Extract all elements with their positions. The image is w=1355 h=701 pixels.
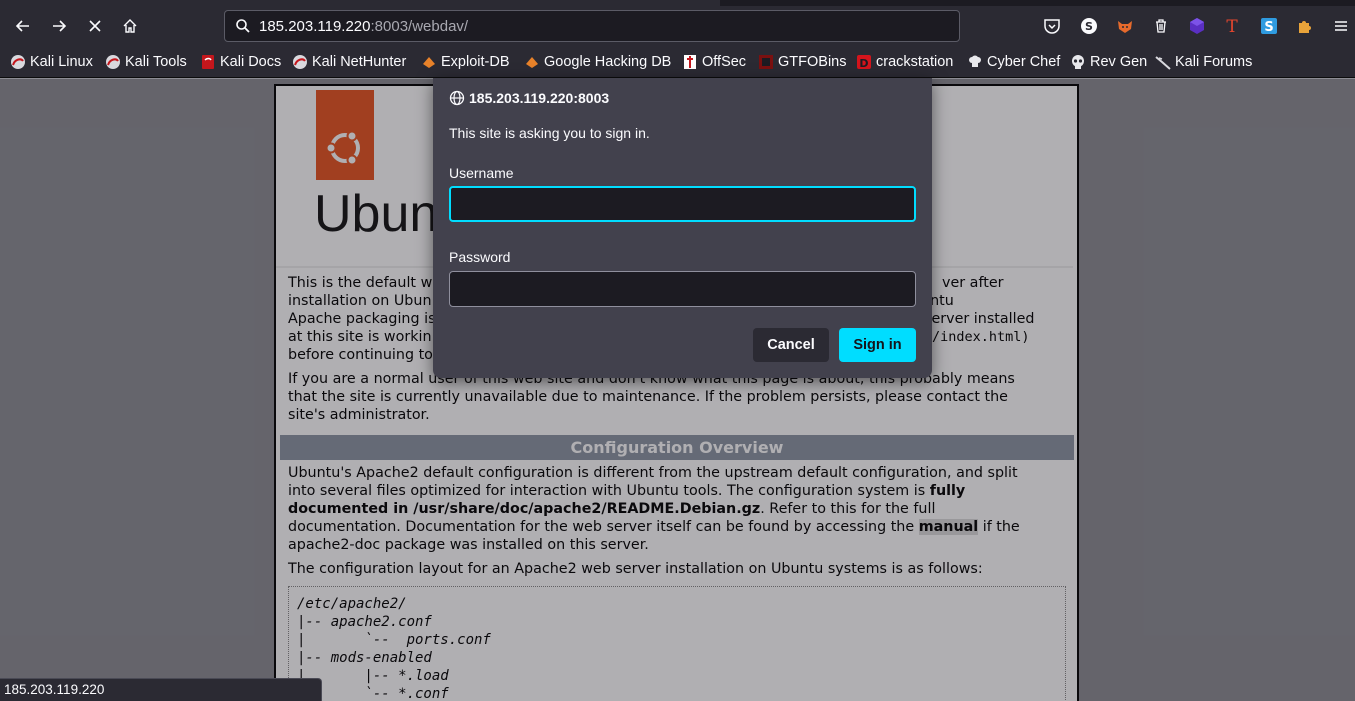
crackstation-icon: D <box>856 54 872 70</box>
extension-s-icon[interactable]: S <box>1079 16 1099 36</box>
svg-text:S: S <box>1085 20 1093 33</box>
home-icon <box>123 19 137 33</box>
kali-dragon-icon <box>292 54 308 70</box>
forward-button[interactable] <box>44 12 74 40</box>
kali-dragon-icon <box>105 54 121 70</box>
extensions-puzzle-icon[interactable] <box>1295 16 1315 36</box>
globe-icon <box>449 90 465 106</box>
url-text: 185.203.119.220:8003/webdav/ <box>259 17 469 35</box>
password-label: Password <box>449 249 511 265</box>
offsec-icon <box>682 54 698 70</box>
menu-hamburger-icon[interactable] <box>1331 16 1351 36</box>
cancel-button[interactable]: Cancel <box>753 328 829 362</box>
bookmark-crackstation[interactable]: D crackstation <box>856 52 953 72</box>
bookmark-kali-linux[interactable]: Kali Linux <box>10 52 93 72</box>
dialog-origin: 185.203.119.220:8003 <box>449 88 609 108</box>
home-button[interactable] <box>115 12 145 40</box>
kali-docs-icon <box>200 54 216 70</box>
bookmark-rev-gen[interactable]: Rev Gen <box>1070 52 1147 72</box>
extension-s-square-icon[interactable]: S <box>1259 16 1279 36</box>
svg-text:S: S <box>1264 20 1273 35</box>
close-icon <box>89 20 101 32</box>
forward-arrow-icon <box>53 20 67 32</box>
trash-icon[interactable] <box>1151 16 1171 36</box>
extension-t-icon[interactable]: T <box>1222 16 1242 36</box>
back-button[interactable] <box>8 12 38 40</box>
navigation-toolbar: 185.203.119.220:8003/webdav/ S T S <box>0 6 1355 46</box>
skull-icon <box>1070 54 1086 70</box>
pocket-icon[interactable] <box>1042 16 1062 36</box>
bookmark-exploit-db[interactable]: Exploit-DB <box>421 52 510 72</box>
svg-text:T: T <box>1226 17 1238 35</box>
status-bar: 185.203.119.220 <box>0 678 322 701</box>
bookmark-google-hacking-db[interactable]: Google Hacking DB <box>524 52 671 72</box>
chef-hat-icon <box>967 54 983 70</box>
kali-dragon-icon <box>10 54 26 70</box>
ghdb-icon <box>524 54 540 70</box>
kali-dragon-icon <box>1155 54 1171 70</box>
exploit-db-icon <box>421 54 437 70</box>
bookmark-kali-tools[interactable]: Kali Tools <box>105 52 187 72</box>
username-label: Username <box>449 165 514 181</box>
svg-text:D: D <box>859 57 868 70</box>
bookmark-kali-forums[interactable]: Kali Forums <box>1155 52 1252 72</box>
bookmark-cyber-chef[interactable]: Cyber Chef <box>967 52 1060 72</box>
address-bar[interactable]: 185.203.119.220:8003/webdav/ <box>224 10 960 42</box>
back-arrow-icon <box>15 20 29 32</box>
gtfobins-icon <box>758 54 774 70</box>
dialog-message: This site is asking you to sign in. <box>449 125 650 141</box>
bookmark-kali-docs[interactable]: Kali Docs <box>200 52 281 72</box>
password-field[interactable] <box>449 271 916 307</box>
bookmark-gtfobins[interactable]: GTFOBins <box>758 52 846 72</box>
bookmark-offsec[interactable]: OffSec <box>682 52 746 72</box>
sign-in-dialog: 185.203.119.220:8003 This site is asking… <box>433 78 932 378</box>
sign-in-button[interactable]: Sign in <box>839 328 916 362</box>
extension-cube-icon[interactable] <box>1187 16 1207 36</box>
stop-button[interactable] <box>80 12 110 40</box>
username-field[interactable] <box>449 186 916 222</box>
foxyproxy-icon[interactable] <box>1115 16 1135 36</box>
search-icon <box>233 16 253 36</box>
bookmark-kali-nethunter[interactable]: Kali NetHunter <box>292 52 406 72</box>
bookmarks-toolbar: Kali Linux Kali Tools Kali Docs Kali Net… <box>0 46 1355 78</box>
